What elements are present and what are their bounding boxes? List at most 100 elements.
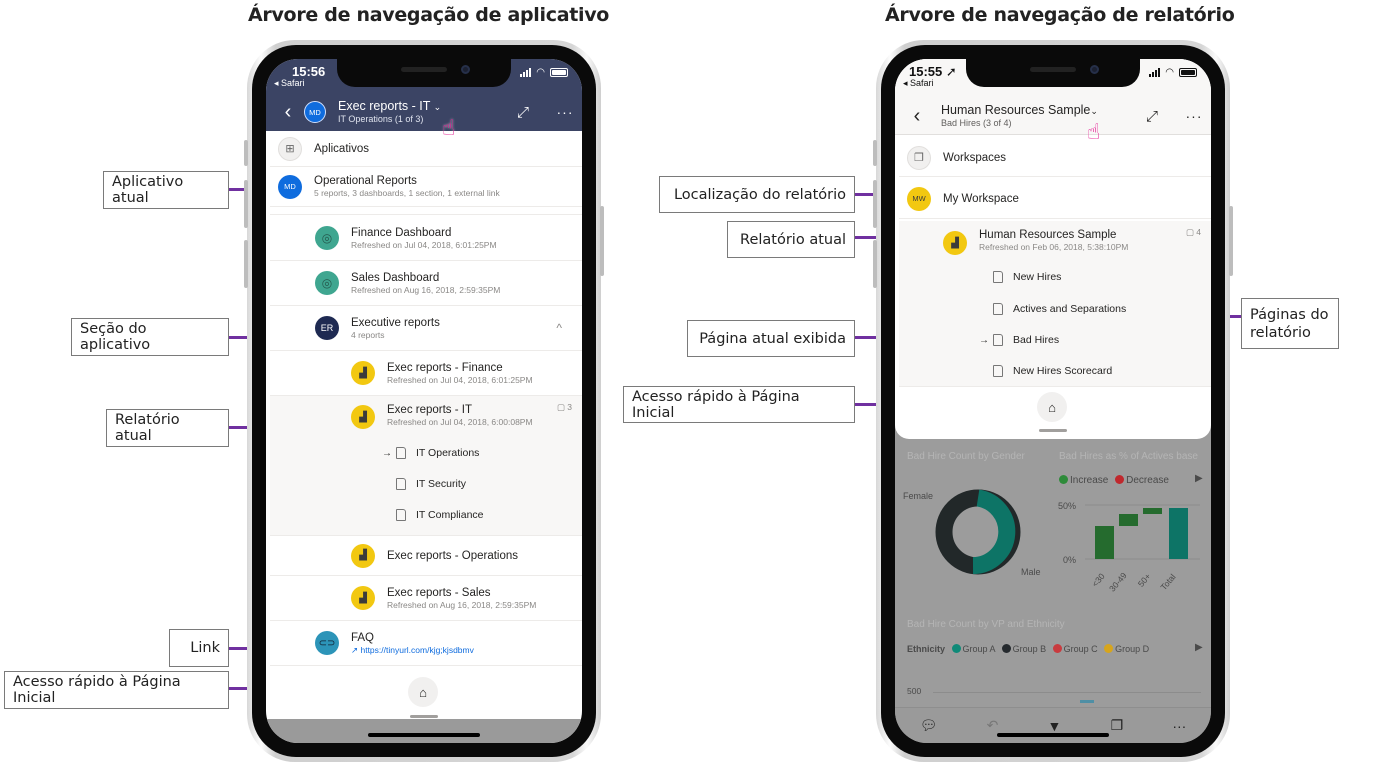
callout-home-access: Acesso rápido à Página Inicial [623,386,855,423]
phone-side-button [244,180,248,228]
page-item[interactable]: New Hires [979,271,1061,283]
legend-swatch [1059,475,1068,484]
drag-handle[interactable] [410,715,438,718]
wifi-icon: ◠ [1165,67,1174,78]
apps-icon: ⊞ [278,136,302,161]
page-item[interactable]: → Bad Hires [979,334,1059,346]
waterfall-bar [1169,508,1188,559]
waterfall-chart-title: Bad Hires as % of Actives base [1059,451,1198,462]
x-tick: 50+ [1135,571,1153,589]
back-button[interactable]: ‹ [901,105,933,128]
donut-slice-male [972,489,1016,575]
link-row[interactable]: ⊂⊃ FAQ ↗ https://tinyurl.com/kjg;kjsdbmv [270,621,582,666]
expand-icon[interactable]: ⤢ [510,104,536,121]
more-options-icon[interactable]: ··· [1172,718,1186,734]
page-icon [993,271,1003,283]
callout-report-pages: Páginas do relatório [1241,298,1339,349]
comment-icon[interactable]: 💬︎ [920,717,938,734]
x-tick: <30 [1089,571,1107,589]
app-section-row[interactable]: ER Executive reports 4 reports ^ [270,306,582,351]
workspace-avatar: MW [907,186,931,211]
signal-icon [520,68,532,77]
right-section-title: Árvore de navegação de relatório [885,4,1235,26]
home-indicator [997,733,1109,737]
list-item[interactable]: ◎ Finance Dashboard Refreshed on Jul 04, … [270,216,582,261]
external-link[interactable]: ↗ https://tinyurl.com/kjg;kjsdbmv [351,645,474,656]
home-indicator [368,733,480,737]
battery-icon [550,68,568,77]
current-arrow-icon: → [979,334,989,346]
donut-chart-title: Bad Hire Count by Gender [907,451,1025,462]
chevron-down-icon: ⌄ [433,102,442,112]
current-app-row[interactable]: MD Operational Reports 5 reports, 3 dashb… [270,167,582,207]
workspace-row[interactable]: MW My Workspace [899,179,1211,219]
nav-tree-dropdown[interactable]: Exec reports - IT ⌄ [338,99,510,114]
callout-link: Link [169,629,229,667]
phone-side-button [1229,206,1233,276]
callout-current-app: Aplicativo atual [103,171,229,209]
list-item[interactable]: ▟ Exec reports - Operations [270,536,582,576]
phone-side-button [244,140,248,166]
legend-swatch [1115,475,1125,484]
page-item[interactable]: IT Compliance [382,509,484,521]
drag-handle[interactable] [1039,429,1067,432]
chevron-up-icon[interactable]: ^ [556,321,562,335]
waterfall-bar [1119,514,1138,526]
more-options-icon[interactable]: ··· [1181,108,1207,124]
report-phone-frame: Bad Hire Count by Gender Bad Hires as % … [873,40,1233,762]
nav-tree-dropdown[interactable]: Human Resources Sample⌄ [941,103,1139,118]
report-icon: ▟ [351,405,375,429]
page-icon [993,303,1003,315]
dashboard-icon: ◎ [315,271,339,295]
workspaces-row[interactable]: ❐ Workspaces [899,139,1211,177]
pages-icon: ▢ [1185,227,1194,237]
phone-side-button [873,140,877,166]
report-icon: ▟ [943,231,967,255]
list-item[interactable]: ◎ Sales Dashboard Refreshed on Aug 16, 20… [270,261,582,306]
pages-icon[interactable]: ❐ [1111,717,1124,734]
more-options-icon[interactable]: ··· [552,104,578,120]
legend-swatch [1104,644,1114,653]
back-to-safari[interactable]: ◂ Safari [903,78,934,89]
waterfall-legend: Increase Decrease [1059,475,1169,486]
page-item[interactable]: IT Security [382,478,466,490]
page-icon [993,334,1003,346]
callout-home-access: Acesso rápido à Página Inicial [4,671,229,709]
header-subtitle: Bad Hires (3 of 4) [941,118,1012,128]
link-icon: ⊂⊃ [315,631,339,655]
waterfall-bar [1143,508,1162,514]
waterfall-bar [1095,526,1114,559]
status-time: 15:56 [292,64,326,79]
home-button[interactable]: ⌂ [1037,392,1067,422]
notch [337,59,511,87]
expand-icon[interactable]: ⤢ [1139,108,1165,125]
undo-icon[interactable]: ↶ [987,717,999,734]
left-section-title: Árvore de navegação de aplicativo [248,4,610,26]
x-tick: Total [1158,571,1178,593]
list-item[interactable]: ▟ Exec reports - Sales Refreshed on Aug 1… [270,576,582,621]
legend-next-icon[interactable]: ▶ [1195,473,1203,484]
page-icon [396,447,406,459]
page-icon [993,365,1003,377]
chevron-down-icon: ⌄ [1090,106,1098,116]
back-to-safari[interactable]: ◂ Safari [274,78,305,89]
page-item[interactable]: → IT Operations [382,447,479,459]
home-button[interactable]: ⌂ [408,677,438,707]
y-tick-500: 500 [907,686,922,696]
back-button[interactable]: ‹ [272,101,304,124]
legend-swatch [1052,644,1062,653]
apps-row[interactable]: ⊞ Aplicativos [270,131,582,167]
page-count: ▢ 3 [556,402,572,412]
status-icons: ◠ [520,67,568,78]
filter-icon[interactable]: ▼ [1048,718,1062,734]
pages-icon: ▢ [556,402,565,412]
legend-swatch [951,644,961,653]
page-item[interactable]: New Hires Scorecard [979,365,1112,377]
page-count: ▢ 4 [1185,227,1201,237]
page-icon [396,509,406,521]
legend-next-icon[interactable]: ▶ [1195,642,1203,653]
list-item[interactable]: ▟ Exec reports - Finance Refreshed on Jul… [270,351,582,396]
ethnicity-legend: Ethnicity Group A Group B Group C Group … [907,644,1150,654]
page-item[interactable]: Actives and Separations [979,303,1126,315]
callout-app-section: Seção do aplicativo [71,318,229,356]
